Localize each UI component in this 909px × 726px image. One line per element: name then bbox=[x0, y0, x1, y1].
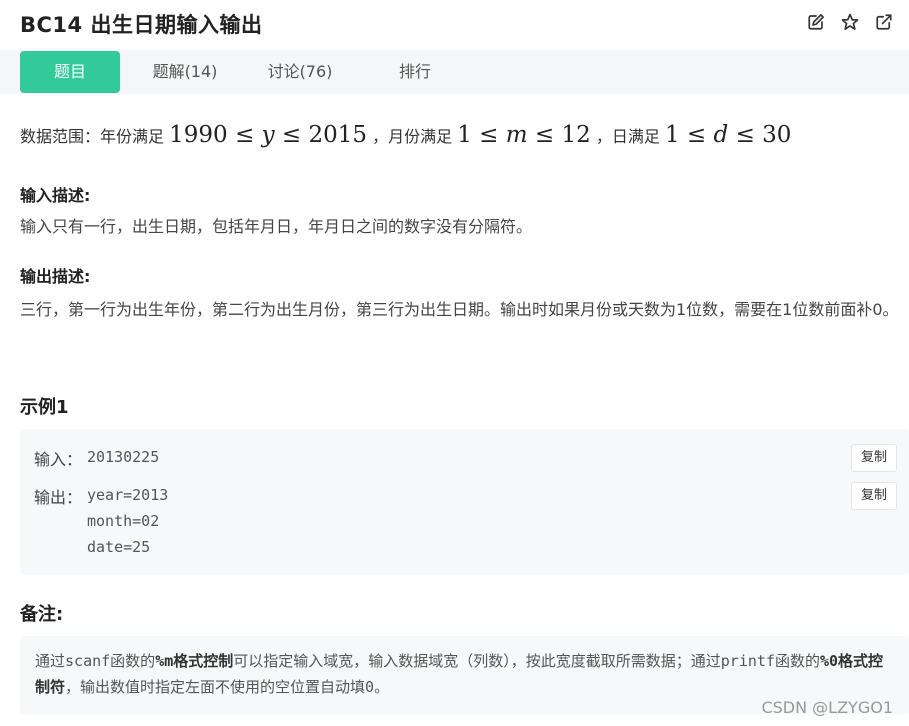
copy-input-button[interactable]: 复制 bbox=[851, 444, 897, 472]
external-link-icon[interactable] bbox=[875, 13, 895, 33]
month-range-math: 1 ≤ m ≤ 12 bbox=[457, 122, 591, 148]
year-range-math: 1990 ≤ y ≤ 2015 bbox=[169, 122, 368, 148]
tab-problem[interactable]: 题目 bbox=[20, 51, 120, 93]
star-icon[interactable] bbox=[841, 13, 861, 33]
example-box: 输入： 20130225 复制 输出： year=2013 month=02 d… bbox=[20, 429, 909, 575]
example-output-line: month=02 bbox=[87, 512, 160, 530]
note-text: 通过scanf函数的%m格式控制可以指定输入域宽，输入数据域宽（列数），按此宽度… bbox=[35, 652, 884, 696]
example-title: 示例1 bbox=[20, 397, 69, 418]
range-sep-month: ，月份满足 bbox=[372, 127, 453, 146]
example-input-value: 20130225 bbox=[87, 448, 160, 466]
example-output-line: year=2013 bbox=[87, 486, 169, 504]
tab-solutions[interactable]: 题解(14) bbox=[135, 51, 235, 93]
range-sep-day: ，日满足 bbox=[595, 127, 660, 146]
output-desc-text: 三行，第一行为出生年份，第二行为出生月份，第三行为出生日期。输出时如果月份或天数… bbox=[20, 300, 899, 319]
edit-icon[interactable] bbox=[807, 13, 827, 33]
example-input-label: 输入： bbox=[34, 450, 83, 469]
watermark: CSDN @LZYGO1 bbox=[761, 698, 893, 717]
output-desc-heading: 输出描述: bbox=[20, 267, 91, 286]
example-output-line: date=25 bbox=[87, 538, 151, 556]
problem-title: BC14 出生日期输入输出 bbox=[20, 13, 263, 37]
tab-bar: 题目 题解(14) 讨论(76) 排行 bbox=[0, 50, 909, 94]
data-range: 数据范围：年份满足 1990 ≤ y ≤ 2015 ，月份满足 1 ≤ m ≤ … bbox=[20, 122, 791, 148]
input-desc-heading: 输入描述: bbox=[20, 186, 91, 205]
copy-output-button[interactable]: 复制 bbox=[851, 482, 897, 510]
note-title: 备注: bbox=[20, 604, 64, 625]
page-header: BC14 出生日期输入输出 bbox=[0, 0, 909, 50]
range-prefix: 数据范围：年份满足 bbox=[20, 127, 165, 146]
day-range-math: 1 ≤ d ≤ 30 bbox=[664, 122, 792, 148]
example-output-label: 输出： bbox=[34, 488, 83, 507]
tab-ranking[interactable]: 排行 bbox=[365, 51, 465, 93]
input-desc-text: 输入只有一行，出生日期，包括年月日，年月日之间的数字没有分隔符。 bbox=[20, 217, 533, 236]
tab-discussion[interactable]: 讨论(76) bbox=[250, 51, 350, 93]
